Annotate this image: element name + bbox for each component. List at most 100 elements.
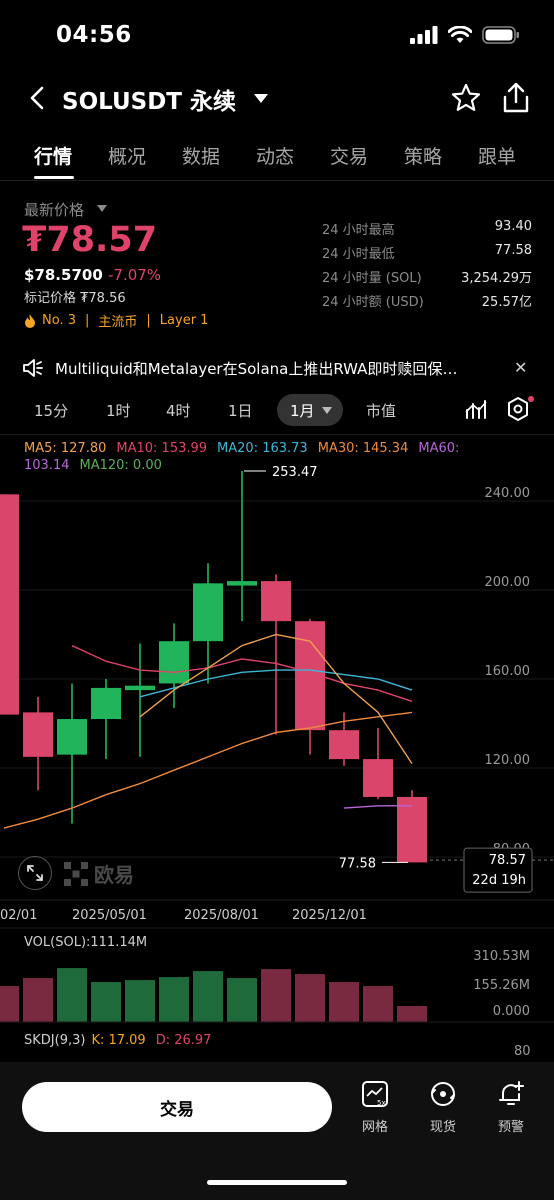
- interval-1d[interactable]: 1日: [228, 400, 253, 421]
- last-price-label: 78.57: [489, 853, 526, 868]
- volume-bar: [193, 971, 223, 1022]
- svg-text:5x: 5x: [377, 1099, 386, 1107]
- 24h-stats: 24 小时最高 93.40 24 小时最低 77.58 24 小时量 (SOL)…: [322, 219, 532, 315]
- volume-bar: [159, 977, 189, 1022]
- mark-price: 标记价格 ₮78.56: [24, 291, 126, 306]
- share-button[interactable]: [502, 82, 532, 114]
- x-tick-label: 02/01: [0, 908, 37, 923]
- interval-4h[interactable]: 4时: [166, 400, 191, 421]
- y-tick-label: 240.00: [485, 486, 531, 501]
- tab-overview[interactable]: 概况: [108, 142, 146, 169]
- stat-label: 24 小时最高: [322, 223, 395, 238]
- stat-value: 3,254.29万: [461, 271, 532, 286]
- tab-market[interactable]: 行情: [34, 142, 72, 169]
- grid-label: 网格: [361, 1120, 388, 1135]
- caret-down-icon: [254, 93, 268, 103]
- tab-news[interactable]: 动态: [256, 142, 294, 169]
- tag-separator: |: [146, 313, 151, 328]
- volume-label: VOL(SOL):111.14M: [24, 935, 148, 950]
- okx-logo-icon: [64, 861, 88, 886]
- x-tick-label: 2025/08/01: [184, 908, 259, 923]
- stat-value: 93.40: [494, 219, 532, 234]
- pair-dropdown-button[interactable]: [250, 88, 272, 108]
- tab-data[interactable]: 数据: [182, 142, 220, 169]
- stat-value: 25.57亿: [481, 295, 532, 310]
- x-tick-label: 2025/05/01: [72, 908, 147, 923]
- category-tag[interactable]: 主流币: [98, 311, 137, 330]
- skdj-legend: SKDJ(9,3) K: 17.09 D: 26.97: [24, 1033, 211, 1048]
- alert-label: 预警: [497, 1120, 524, 1135]
- interval-market-cap[interactable]: 市值: [366, 400, 396, 421]
- stat-label: 24 小时量 (SOL): [322, 271, 422, 286]
- caret-down-icon: [322, 407, 332, 414]
- alert-button[interactable]: 预警: [484, 1080, 538, 1135]
- divider: [0, 434, 554, 435]
- nav-bar: SOLUSDT 永续: [0, 76, 554, 120]
- y-tick-label: 200.00: [485, 575, 531, 590]
- trade-button[interactable]: 交易: [22, 1082, 332, 1132]
- back-button[interactable]: [22, 80, 52, 116]
- low-marker-label: 77.58: [339, 856, 376, 871]
- share-icon: [503, 82, 529, 113]
- tag-separator: |: [85, 313, 90, 328]
- candle-body: [193, 583, 223, 642]
- volume-bar: [0, 986, 19, 1022]
- settings-icon[interactable]: [506, 396, 530, 422]
- volume-bar: [329, 982, 359, 1022]
- skdj-k: K: 17.09: [91, 1033, 146, 1048]
- candle-body: [329, 730, 359, 760]
- candle-body: [125, 685, 155, 691]
- news-headline[interactable]: Multiliquid和Metalayer在Solana上推出RWA即时赎回保…: [55, 358, 495, 379]
- interval-15m[interactable]: 15分: [34, 400, 68, 421]
- battery-icon: [482, 26, 519, 44]
- last-price: ₮78.57: [22, 220, 158, 260]
- interval-1h[interactable]: 1时: [106, 400, 131, 421]
- news-ticker[interactable]: Multiliquid和Metalayer在Solana上推出RWA即时赎回保……: [0, 354, 554, 384]
- home-indicator: [207, 1180, 347, 1185]
- candle-body: [397, 796, 427, 863]
- swap-icon: [431, 1082, 455, 1106]
- ma10-line: [71, 644, 413, 702]
- okx-watermark: 欧易: [64, 859, 134, 888]
- interval-1mo[interactable]: 1月: [290, 400, 315, 421]
- volume-bar: [125, 980, 155, 1022]
- y-tick-label: 120.00: [485, 753, 531, 768]
- grid-button[interactable]: 5x 网格: [348, 1080, 402, 1135]
- tab-strategy[interactable]: 策略: [404, 142, 442, 169]
- x-tick-label: 2025/12/01: [292, 908, 367, 923]
- spot-button[interactable]: 现货: [416, 1080, 470, 1135]
- fire-icon: [25, 313, 35, 328]
- speaker-icon: [23, 359, 43, 377]
- volume-bar: [23, 978, 53, 1022]
- stat-value: 77.58: [494, 243, 532, 258]
- rank-tag[interactable]: No. 3: [42, 313, 76, 328]
- latest-price-label[interactable]: 最新价格: [24, 199, 84, 220]
- indicator-icon[interactable]: [464, 398, 488, 420]
- expand-chart-button[interactable]: [18, 856, 52, 890]
- skdj-d: D: 26.97: [155, 1033, 212, 1048]
- volume-bar: [57, 968, 87, 1022]
- grid-bot-icon: 5x: [362, 1081, 388, 1107]
- close-icon[interactable]: ✕: [514, 358, 527, 377]
- expand-icon: [27, 865, 43, 881]
- candle-body: [91, 687, 121, 720]
- volume-bar: [363, 986, 393, 1022]
- candle-body: [227, 581, 257, 586]
- favorite-button[interactable]: [450, 82, 482, 114]
- tab-trade[interactable]: 交易: [330, 142, 368, 169]
- tags-row: No. 3 | 主流币 | Layer 1: [24, 311, 208, 330]
- status-icons: [410, 26, 520, 44]
- volume-bar: [261, 969, 291, 1022]
- notification-dot: [528, 396, 534, 402]
- tab-copy-trading[interactable]: 跟单: [478, 142, 516, 169]
- volume-bar: [91, 982, 121, 1022]
- interval-selector: 15分 1时 4时 1日 1月 市值: [0, 394, 554, 430]
- layer-tag[interactable]: Layer 1: [160, 313, 209, 328]
- pair-title[interactable]: SOLUSDT 永续: [62, 82, 236, 116]
- bell-plus-icon: [499, 1081, 524, 1105]
- candle-body: [261, 581, 291, 622]
- price-chart[interactable]: 240.00200.00160.00120.0080.00253.4777.58…: [0, 436, 554, 1062]
- stat-label: 24 小时额 (USD): [322, 295, 424, 310]
- spot-label: 现货: [429, 1120, 456, 1135]
- stat-row-volume: 24 小时量 (SOL) 3,254.29万: [322, 267, 532, 291]
